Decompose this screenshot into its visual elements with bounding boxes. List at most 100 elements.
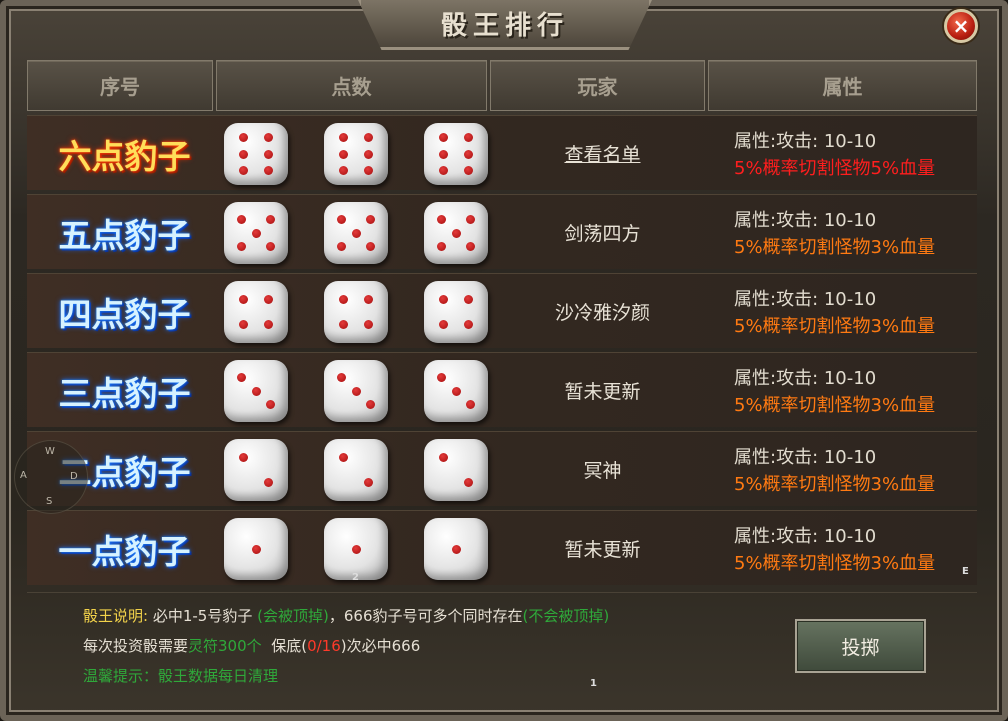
joystick-key-up: W [45, 446, 55, 457]
dice-icon [324, 123, 388, 185]
dice-icon [224, 202, 288, 264]
dice-pip [438, 319, 448, 329]
table-row: 六点豹子 查看名单 属性:攻击: 10-10 5%概率切割怪物5%血量 [27, 115, 977, 190]
rank-label: 一点豹子 [58, 531, 191, 571]
dice-pip [264, 295, 274, 305]
cost-text-2: 保底( [271, 637, 308, 655]
attribute-cell: 属性:攻击: 10-10 5%概率切割怪物3%血量 [734, 444, 974, 498]
attribute-cell: 属性:攻击: 10-10 5%概率切割怪物3%血量 [734, 286, 974, 340]
dice-pip [251, 228, 261, 238]
joystick-key-down: S [46, 496, 53, 507]
dice-pip [464, 165, 474, 175]
dice-pip [451, 544, 461, 554]
tip-line: 温馨提示：骰王数据每日清理 [83, 667, 279, 685]
dice-icon [224, 281, 288, 343]
joystick-key-center: D [70, 471, 78, 482]
dice-icon [224, 518, 288, 580]
dice-pip [438, 295, 448, 305]
dice-pip [238, 295, 248, 305]
dice-pip [237, 214, 247, 224]
throw-button[interactable]: 投掷 [795, 619, 926, 673]
window-title: 骰王排行 [440, 11, 569, 41]
dice-pip [364, 319, 374, 329]
dice-pip [365, 214, 375, 224]
header-points: 点数 [216, 60, 487, 111]
dice-icon [324, 281, 388, 343]
hotkey-hint-e: E [962, 566, 969, 577]
attribute-attack: 属性:攻击: 10-10 [734, 131, 877, 152]
attribute-cell: 属性:攻击: 10-10 5%概率切割怪物3%血量 [734, 207, 974, 261]
attribute-effect: 5%概率切割怪物3%血量 [734, 395, 936, 416]
dice-pip [237, 242, 247, 252]
attribute-effect: 5%概率切割怪物3%血量 [734, 474, 936, 495]
dice-pip [464, 295, 474, 305]
dice-pip [451, 228, 461, 238]
dice-pip [364, 149, 374, 159]
dice-pip [264, 149, 274, 159]
rank-label: 四点豹子 [58, 294, 191, 334]
dice-pip [251, 544, 261, 554]
dice-pip [238, 319, 248, 329]
player-name: 冥神 [583, 460, 622, 482]
player-name: 暂未更新 [564, 539, 641, 561]
cost-text-1: 每次投资骰需要 [83, 637, 189, 655]
table-row: 四点豹子 沙冷雅汐颜 属性:攻击: 10-10 5%概率切割怪物3%血量 [27, 273, 977, 348]
dice-icon [424, 123, 488, 185]
dice-icon [224, 439, 288, 501]
hotkey-hint-1: 1 [590, 678, 597, 689]
attribute-effect: 5%概率切割怪物3%血量 [734, 316, 936, 337]
table-header: 序号 点数 玩家 属性 [27, 60, 977, 111]
close-icon: × [952, 14, 970, 38]
dice-pip [337, 242, 347, 252]
attribute-cell: 属性:攻击: 10-10 5%概率切割怪物3%血量 [734, 365, 974, 419]
view-list-link[interactable]: 查看名单 [495, 116, 710, 191]
cost-line: 每次投资骰需要灵符300个 保底(0/16)次必中666 [83, 635, 420, 656]
dice-pip [265, 242, 275, 252]
dice-pip [237, 372, 247, 382]
dice-pip [338, 453, 348, 463]
description-text-2: ，666豹子号可多个同时存在 [328, 607, 523, 625]
dice-pip [465, 400, 475, 410]
dice-pip [451, 386, 461, 396]
dice-pip [338, 295, 348, 305]
dice-icon [224, 123, 288, 185]
dice-pip [338, 319, 348, 329]
attribute-attack: 属性:攻击: 10-10 [734, 289, 877, 310]
dice-pip [438, 165, 448, 175]
dice-pip [337, 214, 347, 224]
dice-pip [264, 133, 274, 143]
dice-pip [438, 149, 448, 159]
dice-pip [351, 544, 361, 554]
dice-icon [224, 360, 288, 422]
attribute-effect: 5%概率切割怪物3%血量 [734, 237, 936, 258]
dice-pip [238, 149, 248, 159]
close-button[interactable]: × [944, 9, 978, 43]
header-attribute: 属性 [708, 60, 977, 111]
title-plate: 骰王排行 [358, 0, 652, 50]
dice-pip [251, 386, 261, 396]
attribute-attack: 属性:攻击: 10-10 [734, 526, 877, 547]
table-row: 五点豹子 剑荡四方 属性:攻击: 10-10 5%概率切割怪物3%血量 [27, 194, 977, 269]
dice-pip [464, 133, 474, 143]
dice-pip [464, 477, 474, 487]
table-row: 一点豹子 暂未更新 属性:攻击: 10-10 5%概率切割怪物3%血量 [27, 510, 977, 585]
dice-pip [338, 165, 348, 175]
dice-pip [364, 295, 374, 305]
attribute-cell: 属性:攻击: 10-10 5%概率切割怪物3%血量 [734, 523, 974, 577]
description-note-2: (不会被顶掉) [522, 607, 610, 625]
dice-pip [238, 133, 248, 143]
rank-label: 三点豹子 [58, 373, 191, 413]
hotkey-hint-2: 2 [352, 572, 359, 583]
dice-pip [264, 477, 274, 487]
dice-pip [364, 165, 374, 175]
description-label: 骰王说明: [83, 607, 149, 625]
dice-pip [338, 133, 348, 143]
dice-pip [238, 165, 248, 175]
joystick-key-left: A [20, 470, 27, 481]
dice-pip [265, 400, 275, 410]
rank-label: 五点豹子 [58, 215, 191, 255]
dice-pip [438, 133, 448, 143]
table-row: 二点豹子 冥神 属性:攻击: 10-10 5%概率切割怪物3%血量 [27, 431, 977, 506]
cost-text-3: )次必中666 [340, 637, 421, 655]
dice-pip [365, 242, 375, 252]
